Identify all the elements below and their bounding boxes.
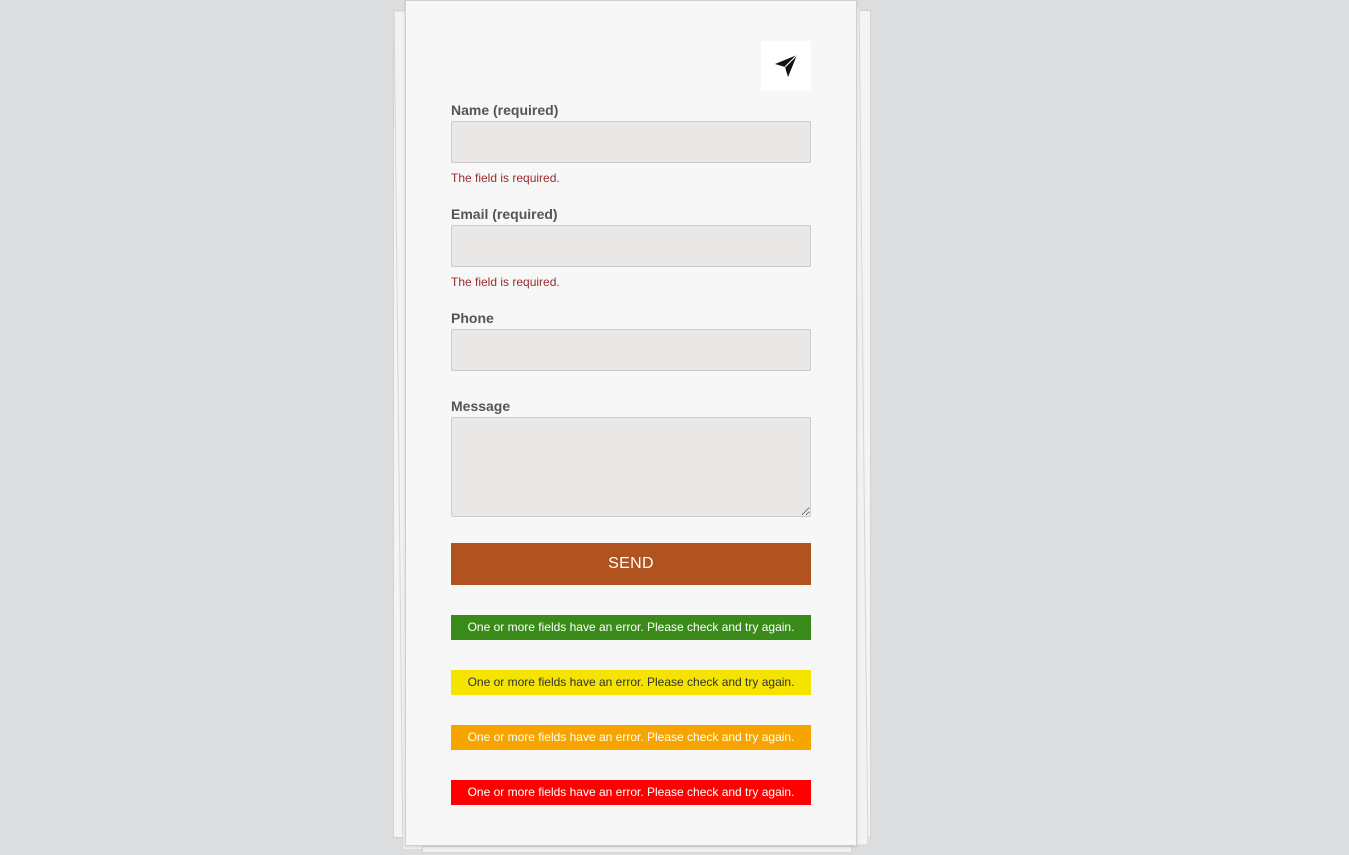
navigation-arrow-icon <box>775 54 798 77</box>
name-label: Name (required) <box>451 102 559 118</box>
email-input[interactable] <box>451 225 811 267</box>
alert-success: One or more fields have an error. Please… <box>451 615 811 640</box>
contact-form-card: Name (required) The field is required. E… <box>405 0 857 846</box>
name-error: The field is required. <box>451 171 560 185</box>
alert-error: One or more fields have an error. Please… <box>451 780 811 805</box>
email-label: Email (required) <box>451 206 558 222</box>
logo <box>761 41 811 91</box>
paper-sheet-edge <box>422 846 852 853</box>
contact-form: Name (required) The field is required. E… <box>451 101 811 805</box>
send-button[interactable]: SEND <box>451 543 811 585</box>
message-textarea[interactable] <box>451 417 811 517</box>
alert-notice: One or more fields have an error. Please… <box>451 725 811 750</box>
page: Name (required) The field is required. E… <box>0 0 1349 855</box>
phone-label: Phone <box>451 310 494 326</box>
alert-warning: One or more fields have an error. Please… <box>451 670 811 695</box>
email-error: The field is required. <box>451 275 560 289</box>
phone-input[interactable] <box>451 329 811 371</box>
message-label: Message <box>451 398 511 414</box>
name-input[interactable] <box>451 121 811 163</box>
